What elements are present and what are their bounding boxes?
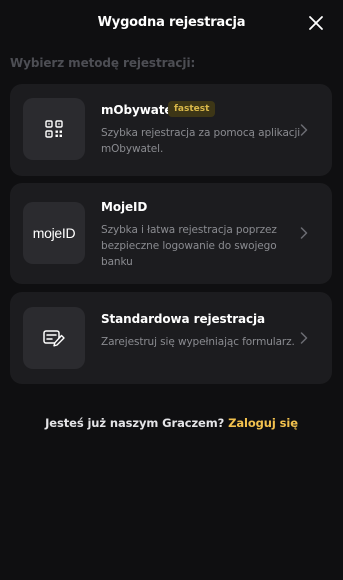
login-prompt: Jesteś już naszym Graczem? Zaloguj się bbox=[0, 416, 343, 430]
chevron-right-icon bbox=[300, 332, 308, 344]
chevron-right-icon bbox=[300, 227, 308, 239]
chevron-right-icon bbox=[300, 124, 308, 136]
section-heading: Wybierz metodę rejestracji: bbox=[10, 56, 196, 70]
close-icon bbox=[309, 16, 323, 30]
method-description: Szybka i łatwa rejestracja poprzez bezpi… bbox=[101, 224, 277, 268]
qr-code-icon bbox=[45, 120, 63, 138]
close-button[interactable] bbox=[307, 14, 325, 32]
form-edit-icon bbox=[43, 330, 65, 347]
login-prompt-text: Jesteś już naszym Graczem? bbox=[45, 416, 225, 430]
method-card-mobywatel[interactable]: mObywatel Szybka rejestracja za pomocą a… bbox=[10, 84, 332, 176]
method-card-mojeid[interactable]: mojeID MojeID Szybka i łatwa rejestracja… bbox=[10, 183, 332, 284]
method-title: MojeID bbox=[101, 200, 148, 214]
method-title: Standardowa rejestracja bbox=[101, 312, 266, 326]
method-card-standard[interactable]: Standardowa rejestracja Zarejestruj się … bbox=[10, 292, 332, 384]
mobywatel-icon-box bbox=[23, 98, 85, 160]
method-description: Zarejestruj się wypełniając formularz. bbox=[101, 336, 295, 348]
modal-title: Wygodna rejestracja bbox=[97, 15, 246, 30]
standard-icon-box bbox=[23, 307, 85, 369]
method-title: mObywatel bbox=[101, 103, 177, 117]
login-link[interactable]: Zaloguj się bbox=[228, 416, 298, 430]
fastest-badge: fastest bbox=[168, 101, 216, 117]
mojeid-logo-box: mojeID bbox=[23, 202, 85, 264]
modal-header: Wygodna rejestracja bbox=[0, 0, 343, 48]
mojeid-logo: mojeID bbox=[32, 225, 76, 241]
method-description: Szybka rejestracja za pomocą aplikacji m… bbox=[101, 127, 301, 155]
